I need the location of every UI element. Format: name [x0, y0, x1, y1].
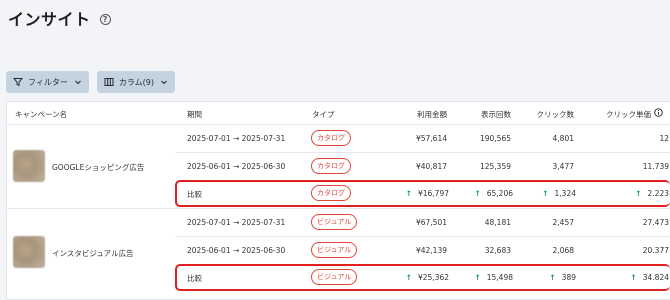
spend-diff: ↑ ¥25,362: [399, 273, 449, 282]
cpc-diff-value: 34.824: [642, 273, 669, 282]
type-badge: カタログ: [311, 185, 351, 201]
spend-cell: ¥40,817: [415, 162, 447, 171]
impressions-cell: 32,683: [484, 246, 511, 255]
table-header: キャンペーン名 期間 タイプ 利用金額 表示回数 クリック数 クリック単価: [7, 102, 670, 124]
spend-cell: ¥57,614: [415, 134, 447, 143]
filter-icon: [13, 78, 23, 87]
columns-icon: [104, 78, 114, 86]
impressions-cell: 190,565: [479, 134, 511, 143]
table-row[interactable]: 2025-07-01 → 2025-07-31 カタログ ¥57,614 190…: [175, 124, 670, 151]
impressions-diff-value: 65,206: [486, 189, 513, 198]
up-arrow-icon: ↑: [474, 189, 481, 198]
clicks-cell: 2,457: [552, 218, 574, 227]
filter-button[interactable]: フィルター: [6, 71, 89, 93]
cpc-cell: 11.739: [642, 162, 669, 171]
up-arrow-icon: ↑: [405, 189, 412, 198]
type-badge: ビジュアル: [311, 214, 358, 230]
spend-diff: ↑ ¥16,797: [399, 189, 449, 198]
campaign-group: GOOGLEショッピング広告: [7, 124, 175, 208]
table-row[interactable]: 2025-06-01 → 2025-06-30 カタログ ¥40,817 125…: [175, 152, 670, 179]
col-cpc[interactable]: クリック単価: [585, 109, 651, 120]
campaign-thumbnail: [13, 236, 45, 268]
compare-row[interactable]: 比較 カタログ ↑ ¥16,797 ↑ 65,206 ↑ 1,324 ↑ 2.223: [175, 180, 670, 207]
cpc-cell: 12: [659, 134, 669, 143]
type-badge: カタログ: [311, 158, 351, 174]
cpc-cell: 27.473: [642, 218, 669, 227]
chevron-down-icon: [74, 80, 81, 85]
period-cell: 2025-06-01 → 2025-06-30: [187, 162, 286, 171]
col-campaign[interactable]: キャンペーン名: [15, 109, 67, 120]
col-type[interactable]: タイプ: [312, 109, 335, 120]
impressions-cell: 48,181: [484, 218, 511, 227]
impressions-diff-value: 15,498: [486, 273, 513, 282]
help-icon[interactable]: ?: [99, 13, 111, 25]
spend-diff-value: ¥25,362: [417, 273, 449, 282]
period-cell: 2025-07-01 → 2025-07-31: [187, 134, 286, 143]
spend-diff-value: ¥16,797: [417, 189, 449, 198]
up-arrow-icon: ↑: [630, 273, 637, 282]
up-arrow-icon: ↑: [635, 189, 642, 198]
cpc-diff-value: 2.223: [647, 189, 669, 198]
type-badge: ビジュアル: [311, 242, 358, 258]
type-badge: ビジュアル: [311, 269, 358, 285]
clicks-diff-value: 1,324: [554, 189, 576, 198]
campaign-group: インスタビジュアル広告: [7, 208, 175, 299]
clicks-diff: ↑ 389: [536, 273, 576, 282]
clicks-cell: 4,801: [552, 134, 574, 143]
clicks-diff-value: 389: [561, 273, 576, 282]
up-arrow-icon: ↑: [405, 273, 412, 282]
compare-label: 比較: [187, 190, 202, 199]
col-period[interactable]: 期間: [187, 109, 202, 120]
up-arrow-icon: ↑: [474, 273, 481, 282]
columns-button[interactable]: カラム(9): [96, 71, 175, 93]
type-badge: カタログ: [311, 130, 351, 146]
clicks-cell: 2,068: [552, 246, 574, 255]
chevron-down-icon: [161, 80, 167, 85]
cpc-diff: ↑ 2.223: [621, 189, 669, 198]
columns-label: カラム(9): [118, 77, 154, 87]
table-row[interactable]: 2025-06-01 → 2025-06-30 ビジュアル ¥42,139 32…: [175, 236, 670, 263]
campaign-name[interactable]: GOOGLEショッピング広告: [52, 162, 144, 173]
filter-label: フィルター: [28, 77, 68, 87]
page-header: インサイト ?: [8, 6, 111, 30]
info-icon[interactable]: [654, 108, 663, 117]
toolbar: フィルター カラム(9): [6, 71, 175, 93]
campaign-thumbnail: [13, 150, 45, 182]
period-cell: 2025-06-01 → 2025-06-30: [187, 246, 286, 255]
compare-row[interactable]: 比較 ビジュアル ↑ ¥25,362 ↑ 15,498 ↑ 389 ↑ 34.824: [175, 264, 670, 291]
col-impressions[interactable]: 表示回数: [451, 109, 511, 120]
impressions-diff: ↑ 15,498: [473, 273, 513, 282]
impressions-cell: 125,359: [479, 162, 511, 171]
cpc-cell: 20.377: [642, 246, 669, 255]
cpc-diff: ↑ 34.824: [621, 273, 669, 282]
up-arrow-icon: ↑: [549, 273, 556, 282]
page-title: インサイト: [8, 10, 91, 29]
insights-table: キャンペーン名 期間 タイプ 利用金額 表示回数 クリック数 クリック単価 GO…: [6, 101, 670, 300]
col-clicks[interactable]: クリック数: [514, 109, 575, 120]
campaign-name[interactable]: インスタビジュアル広告: [52, 248, 134, 259]
spend-cell: ¥42,139: [415, 246, 447, 255]
clicks-diff: ↑ 1,324: [536, 189, 576, 198]
spend-cell: ¥67,501: [415, 218, 447, 227]
up-arrow-icon: ↑: [542, 189, 549, 198]
compare-label: 比較: [187, 274, 202, 283]
clicks-cell: 3,477: [552, 162, 574, 171]
impressions-diff: ↑ 65,206: [473, 189, 513, 198]
col-spend[interactable]: 利用金額: [387, 109, 447, 120]
period-cell: 2025-07-01 → 2025-07-31: [187, 218, 286, 227]
table-row[interactable]: 2025-07-01 → 2025-07-31 ビジュアル ¥67,501 48…: [175, 208, 670, 235]
